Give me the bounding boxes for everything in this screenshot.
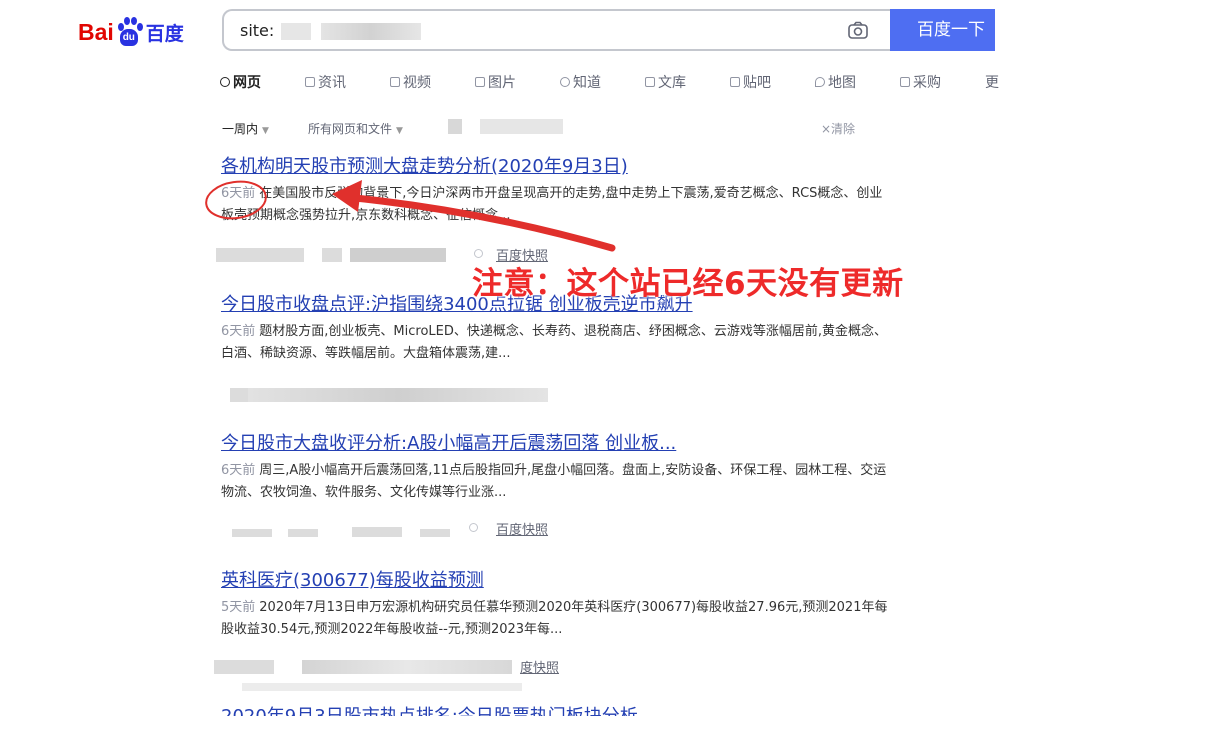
tab-label: 更 bbox=[985, 75, 999, 91]
baidu-logo[interactable]: Bai du 百度 bbox=[78, 12, 184, 52]
tab-label: 图片 bbox=[488, 75, 516, 91]
result-abstract: 6天前 周三,A股小幅高开后震荡回落,11点后股指回升,尾盘小幅回落。盘面上,安防… bbox=[221, 460, 891, 504]
blurred-source bbox=[230, 388, 248, 402]
search-button[interactable]: 百度一下 bbox=[890, 9, 995, 51]
result-abstract-text: 周三,A股小幅高开后震荡回落,11点后股指回升,尾盘小幅回落。盘面上,安防设备、… bbox=[221, 463, 887, 500]
logo-pad-text: du bbox=[119, 29, 138, 46]
image-icon bbox=[475, 77, 485, 87]
tab-wenku[interactable]: 文库 bbox=[645, 72, 686, 92]
blurred-source bbox=[322, 248, 342, 262]
news-icon bbox=[305, 77, 315, 87]
paw-icon: du bbox=[115, 17, 143, 47]
blurred-query bbox=[321, 23, 421, 40]
tieba-icon bbox=[730, 77, 740, 87]
tab-label: 网页 bbox=[233, 75, 261, 91]
blurred-source bbox=[350, 248, 446, 262]
result-title-link[interactable]: 今日股市大盘收评分析:A股小幅高开后震荡回落 创业板... bbox=[221, 432, 891, 456]
tab-label: 资讯 bbox=[318, 75, 346, 91]
result-source-row bbox=[216, 385, 576, 405]
procurement-icon bbox=[900, 77, 910, 87]
annotation-note: 注意：这个站已经6天没有更新 bbox=[472, 266, 904, 302]
video-icon bbox=[390, 77, 400, 87]
result-title-link[interactable]: 英科医疗(300677)每股收益预测 bbox=[221, 569, 891, 593]
type-filter-label: 所有网页和文件 bbox=[308, 122, 393, 136]
tab-label: 文库 bbox=[658, 75, 686, 91]
chevron-down-icon: ▼ bbox=[262, 126, 269, 136]
blurred-source bbox=[288, 529, 318, 537]
tab-zhidao[interactable]: 知道 bbox=[560, 72, 601, 92]
result-abstract-text: 在美国股市反弹的背景下,今日沪深两市开盘呈现高开的走势,盘中走势上下震荡,爱奇艺… bbox=[221, 186, 883, 223]
document-icon bbox=[645, 77, 655, 87]
time-filter-label: 一周内 bbox=[222, 122, 259, 136]
result-source-row: 百度快照 bbox=[222, 519, 582, 539]
result-date: 6天前 bbox=[221, 186, 256, 201]
blurred-source bbox=[302, 660, 512, 674]
result-date: 6天前 bbox=[221, 463, 256, 478]
search-result: 各机构明天股市预测大盘走势分析(2020年9月3日) 6天前 在美国股市反弹的背景… bbox=[221, 155, 891, 227]
search-result: 今日股市大盘收评分析:A股小幅高开后震荡回落 创业板... 6天前 周三,A股小幅… bbox=[221, 432, 891, 504]
result-abstract: 6天前 在美国股市反弹的背景下,今日沪深两市开盘呈现高开的走势,盘中走势上下震荡,… bbox=[221, 183, 891, 227]
blurred-source bbox=[352, 527, 402, 537]
map-pin-icon bbox=[815, 77, 825, 87]
tab-tieba[interactable]: 贴吧 bbox=[730, 72, 771, 92]
search-input[interactable]: site: bbox=[222, 9, 890, 51]
blurred-source bbox=[216, 248, 304, 262]
camera-icon[interactable] bbox=[848, 21, 868, 39]
tab-map[interactable]: 地图 bbox=[815, 72, 856, 92]
tab-procurement[interactable]: 采购 bbox=[900, 72, 941, 92]
result-date: 6天前 bbox=[221, 324, 256, 339]
search-result: 英科医疗(300677)每股收益预测 5天前 2020年7月13日申万宏源机构研究… bbox=[221, 569, 891, 641]
tab-label: 贴吧 bbox=[743, 75, 771, 91]
blurred-site-filter bbox=[448, 119, 563, 134]
result-date: 5天前 bbox=[221, 600, 256, 615]
blurred-source bbox=[242, 683, 522, 691]
tab-label: 视频 bbox=[403, 75, 431, 91]
tab-more[interactable]: 更 bbox=[985, 72, 999, 92]
logo-text-cn: 百度 bbox=[145, 22, 184, 45]
logo-text-bai: Bai bbox=[78, 18, 114, 45]
question-icon bbox=[560, 77, 570, 87]
clear-filter-button[interactable]: ×清除 bbox=[821, 120, 855, 137]
blurred-source bbox=[248, 388, 548, 402]
blurred-query bbox=[281, 23, 311, 40]
snapshot-icon bbox=[474, 249, 483, 258]
blurred-source bbox=[214, 660, 274, 674]
snapshot-link[interactable]: 百度快照 bbox=[496, 519, 548, 538]
result-title-link[interactable]: 2020年9月3日股市热点排名:今日股票热门板块分析 bbox=[221, 705, 638, 716]
result-abstract: 6天前 题材股方面,创业板壳、MicroLED、快递概念、长寿药、退税商店、纾困概… bbox=[221, 321, 891, 365]
result-title-link[interactable]: 各机构明天股市预测大盘走势分析(2020年9月3日) bbox=[221, 155, 891, 179]
snapshot-icon bbox=[469, 523, 478, 532]
tab-news[interactable]: 资讯 bbox=[305, 72, 346, 92]
time-filter[interactable]: 一周内 ▼ bbox=[222, 120, 269, 137]
blurred-source bbox=[232, 529, 272, 537]
result-source-row: 度快照 bbox=[214, 657, 574, 697]
result-abstract-text: 题材股方面,创业板壳、MicroLED、快递概念、长寿药、退税商店、纾困概念、云… bbox=[221, 324, 888, 361]
search-result: 今日股市收盘点评:沪指围绕3400点拉锯 创业板壳逆市飙升 6天前 题材股方面,创… bbox=[221, 293, 891, 365]
tab-label: 知道 bbox=[573, 75, 601, 91]
chevron-down-icon: ▼ bbox=[396, 126, 403, 136]
tab-video[interactable]: 视频 bbox=[390, 72, 431, 92]
result-abstract: 5天前 2020年7月13日申万宏源机构研究员任慕华预测2020年英科医疗(300… bbox=[221, 597, 891, 641]
tab-web[interactable]: 网页 bbox=[220, 72, 261, 92]
tab-label: 地图 bbox=[828, 75, 856, 91]
blurred-source bbox=[420, 529, 450, 537]
search-query-text: site: bbox=[240, 21, 275, 40]
snapshot-link[interactable]: 度快照 bbox=[520, 657, 559, 676]
type-filter[interactable]: 所有网页和文件 ▼ bbox=[308, 120, 403, 137]
tab-image[interactable]: 图片 bbox=[475, 72, 516, 92]
result-abstract-text: 2020年7月13日申万宏源机构研究员任慕华预测2020年英科医疗(300677… bbox=[221, 600, 888, 637]
tab-label: 采购 bbox=[913, 75, 941, 91]
search-icon bbox=[220, 77, 230, 87]
